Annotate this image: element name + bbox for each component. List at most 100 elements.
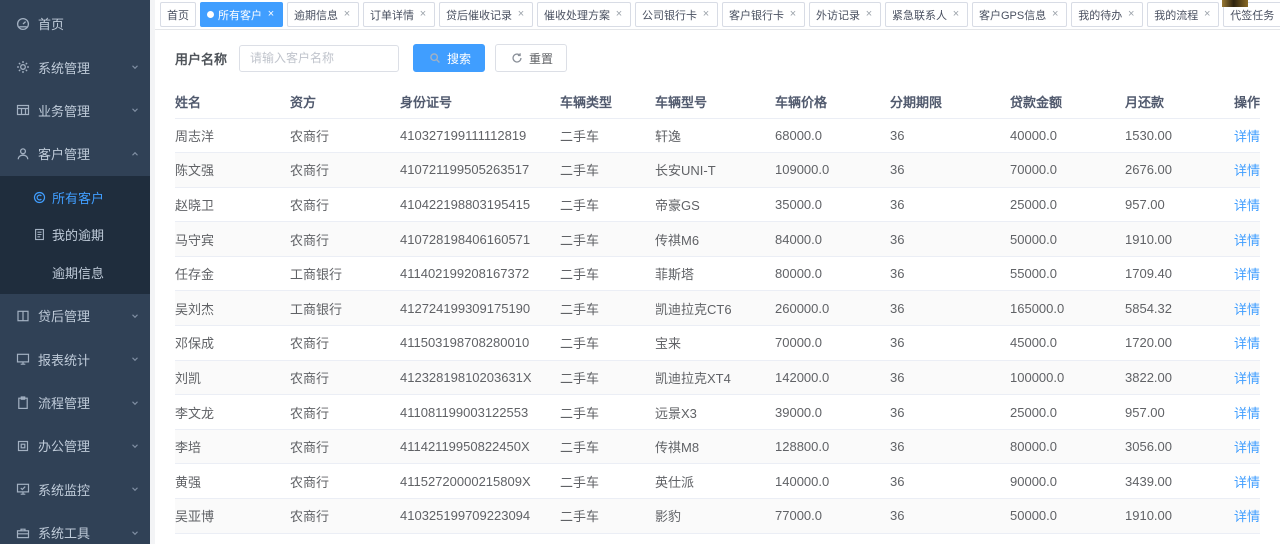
sidebar: 首页系统管理业务管理客户管理所有客户我的逾期逾期信息贷后管理报表统计流程管理办公… [0, 0, 150, 544]
tab-close-icon[interactable]: × [1126, 9, 1136, 20]
toolbox-icon [15, 525, 30, 540]
search-button-label: 搜索 [447, 50, 471, 67]
tab-label: 客户银行卡 [729, 7, 784, 23]
search-button[interactable]: 搜索 [413, 44, 485, 72]
detail-link[interactable]: 详情 [1234, 475, 1260, 490]
reset-button[interactable]: 重置 [495, 44, 567, 72]
table-cell: 25000.0 [1010, 395, 1125, 430]
table-cell: 英仕派 [655, 464, 775, 499]
table-cell: 农商行 [290, 187, 400, 222]
table-cell: 36 [890, 533, 1010, 544]
detail-link[interactable]: 详情 [1234, 371, 1260, 386]
tab-12[interactable]: 我的流程× [1147, 2, 1219, 27]
table-cell: 农商行 [290, 326, 400, 361]
tab-label: 所有客户 [218, 7, 262, 23]
tab-7[interactable]: 客户银行卡 × [722, 2, 805, 27]
tab-close-icon[interactable]: × [701, 9, 711, 20]
table-cell: 任存金 [175, 256, 290, 291]
sidebar-item-7[interactable]: 办公管理 [0, 424, 150, 467]
tab-3[interactable]: 订单详情× [363, 2, 435, 27]
table-cell: 80000.0 [775, 256, 890, 291]
customer-name-input[interactable] [239, 45, 399, 72]
table-cell: 41232819810203631X [400, 360, 560, 395]
detail-link[interactable]: 详情 [1234, 267, 1260, 282]
detail-link[interactable]: 详情 [1234, 302, 1260, 317]
tab-8[interactable]: 外访记录× [809, 2, 881, 27]
sidebar-item-label: 办公管理 [38, 436, 90, 455]
detail-link[interactable]: 详情 [1234, 163, 1260, 178]
detail-link[interactable]: 详情 [1234, 336, 1260, 351]
detail-link[interactable]: 详情 [1234, 233, 1260, 248]
tab-0[interactable]: 首页 [160, 2, 196, 27]
table-cell: 工商银行 [290, 256, 400, 291]
table-cell: 二手车 [560, 256, 655, 291]
tab-close-icon[interactable]: × [418, 9, 428, 20]
sidebar-subitem-3-0[interactable]: 所有客户 [0, 179, 150, 217]
detail-link[interactable]: 详情 [1234, 440, 1260, 455]
sidebar-item-6[interactable]: 流程管理 [0, 381, 150, 424]
sidebar-subitem-3-1[interactable]: 我的逾期 [0, 216, 150, 254]
table-cell: 1910.00 [1125, 533, 1234, 544]
table-cell-actions: 详情 [1234, 222, 1260, 257]
table-cell: 马守宾 [175, 222, 290, 257]
tab-11[interactable]: 我的待办× [1071, 2, 1143, 27]
sidebar-item-8[interactable]: 系统监控 [0, 468, 150, 511]
sidebar-item-3[interactable]: 客户管理 [0, 132, 150, 175]
blank-icon [32, 265, 46, 279]
table-cell: 84000.0 [775, 222, 890, 257]
tab-close-icon[interactable]: × [516, 9, 526, 20]
customer-table: 姓名资方身份证号车辆类型车辆型号车辆价格分期期限贷款金额月还款操作 周志洋农商行… [175, 85, 1260, 544]
tab-close-icon[interactable]: × [614, 9, 624, 20]
table-cell: 128800.0 [775, 429, 890, 464]
chevron-down-icon [130, 354, 140, 364]
table-cell: 李文龙 [175, 395, 290, 430]
sidebar-item-label: 客户管理 [38, 144, 90, 163]
sidebar-item-2[interactable]: 业务管理 [0, 89, 150, 132]
sidebar-item-5[interactable]: 报表统计 [0, 337, 150, 380]
table-cell: 1709.40 [1125, 256, 1234, 291]
tab-close-icon[interactable]: × [1050, 9, 1060, 20]
sidebar-subitem-label: 我的逾期 [52, 225, 104, 244]
clipboard-icon [15, 395, 30, 410]
table-cell: 赵晓卫 [175, 187, 290, 222]
customer-table-wrap: 姓名资方身份证号车辆类型车辆型号车辆价格分期期限贷款金额月还款操作 周志洋农商行… [155, 85, 1280, 544]
table-row: 马守宾农商行410728198406160571二手车传祺M684000.036… [175, 222, 1260, 257]
table-cell: 410325199709223094 [400, 499, 560, 534]
detail-link[interactable]: 详情 [1234, 198, 1260, 213]
tab-5[interactable]: 催收处理方案× [537, 2, 631, 27]
tab-1[interactable]: 所有客户 × [200, 2, 283, 27]
tab-9[interactable]: 紧急联系人 × [885, 2, 968, 27]
table-cell: 70000.0 [1010, 153, 1125, 188]
tab-6[interactable]: 公司银行卡× [635, 2, 718, 27]
chevron-up-icon [130, 149, 140, 159]
table-cell-actions: 详情 [1234, 429, 1260, 464]
table-cell: 36 [890, 429, 1010, 464]
tab-10[interactable]: 客户GPS信息× [972, 2, 1067, 27]
tab-close-icon[interactable]: × [788, 9, 798, 20]
tab-4[interactable]: 贷后催收记录× [439, 2, 533, 27]
tab-close-icon[interactable]: × [342, 9, 352, 20]
table-cell: 411081199003122553 [400, 395, 560, 430]
tab-2[interactable]: 逾期信息× [287, 2, 359, 27]
sidebar-item-4[interactable]: 贷后管理 [0, 294, 150, 337]
table-cell: 二手车 [560, 326, 655, 361]
column-header: 资方 [290, 85, 400, 118]
detail-link[interactable]: 详情 [1234, 406, 1260, 421]
tab-close-icon[interactable]: × [1202, 9, 1212, 20]
tab-close-icon[interactable]: × [864, 9, 874, 20]
sidebar-item-9[interactable]: 系统工具 [0, 511, 150, 544]
sidebar-item-1[interactable]: 系统管理 [0, 45, 150, 88]
detail-link[interactable]: 详情 [1234, 129, 1260, 144]
tab-close-icon[interactable]: × [951, 9, 961, 20]
sidebar-subitem-3-2[interactable]: 逾期信息 [0, 254, 150, 292]
table-cell: 39000.0 [775, 395, 890, 430]
column-header: 贷款金额 [1010, 85, 1125, 118]
table-cell: 109000.0 [775, 153, 890, 188]
table-cell: 100000.0 [1010, 360, 1125, 395]
sidebar-item-0[interactable]: 首页 [0, 2, 150, 45]
grid-icon [15, 103, 30, 118]
reset-button-label: 重置 [529, 50, 553, 67]
tab-label: 紧急联系人 [892, 7, 947, 23]
detail-link[interactable]: 详情 [1234, 509, 1260, 524]
tab-close-icon[interactable]: × [266, 9, 276, 20]
